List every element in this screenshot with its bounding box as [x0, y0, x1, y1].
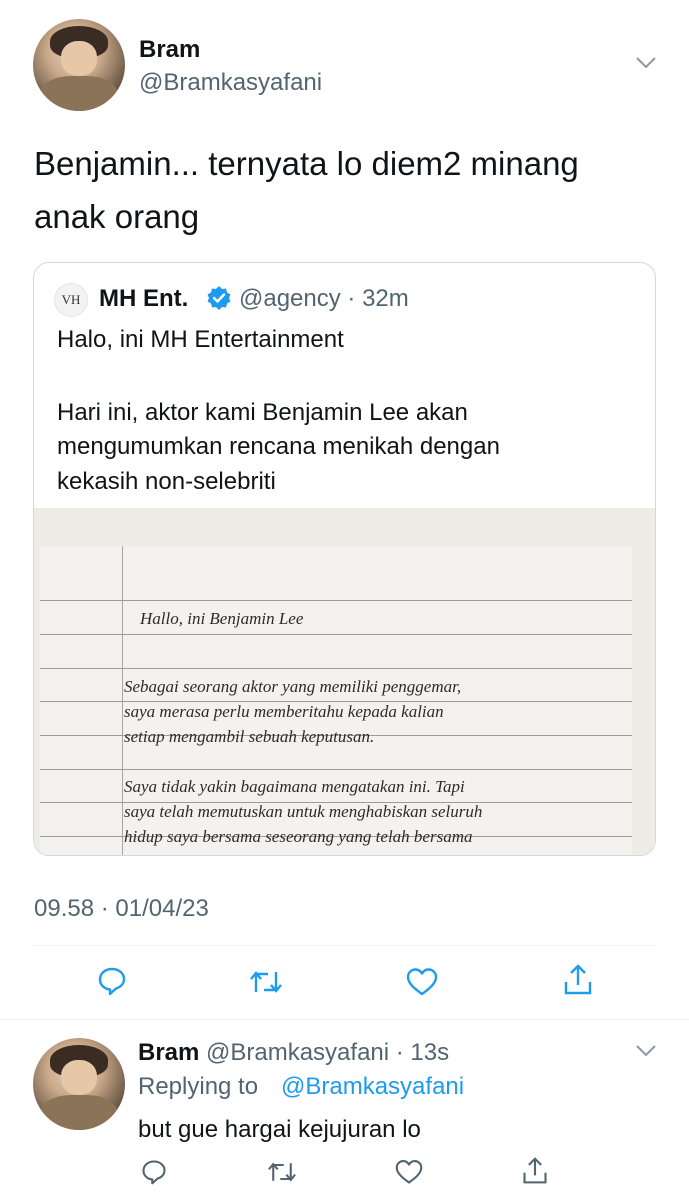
reply-text: but gue hargai kejujuran lo — [138, 1116, 421, 1143]
lined-paper: Hallo, ini Benjamin Lee Sebagai seorang … — [40, 546, 632, 855]
quoted-handle-time: @agency · 32m — [239, 285, 409, 312]
author-name[interactable]: Bram — [139, 36, 200, 64]
quoted-text-line-4: kekasih non-selebriti — [57, 468, 276, 495]
reply-icon[interactable] — [96, 965, 128, 997]
quoted-text-line-3: mengumumkan rencana menikah dengan — [57, 433, 500, 460]
note-greeting: Hallo, ini Benjamin Lee — [140, 609, 304, 628]
reply-handle-time[interactable]: @Bramkasyafani · 13s — [206, 1039, 449, 1067]
tweet-text-line-2: anak orang — [34, 198, 200, 235]
author-avatar[interactable] — [33, 19, 125, 111]
agency-logo: VH — [54, 283, 88, 317]
quoted-author-name: MH Ent. — [99, 285, 189, 312]
note-p2-line2: saya telah memutuskan untuk menghabiskan… — [124, 802, 483, 821]
reply-chevron-down-icon[interactable] — [635, 1044, 657, 1058]
note-p2-line3: hidup saya bersama seseorang yang telah … — [124, 827, 473, 846]
reply-like-icon[interactable] — [394, 1158, 424, 1186]
note-p2-line1: Saya tidak yakin bagaimana mengatakan in… — [124, 777, 465, 796]
chevron-down-icon[interactable] — [635, 56, 657, 70]
quoted-tweet-card[interactable]: VH MH Ent. @agency · 32m Halo, ini MH En… — [33, 262, 656, 856]
quoted-text-line-2: Hari ini, aktor kami Benjamin Lee akan — [57, 399, 468, 426]
reply-retweet-icon[interactable] — [266, 1158, 298, 1186]
verified-badge-icon — [206, 285, 232, 311]
reply-share-icon[interactable] — [521, 1156, 549, 1186]
share-icon[interactable] — [562, 963, 594, 997]
reply-author-name[interactable]: Bram — [138, 1039, 199, 1067]
reply-author-avatar[interactable] — [33, 1038, 125, 1130]
replying-to-handle[interactable]: @Bramkasyafani — [281, 1073, 464, 1101]
note-p1-line2: saya merasa perlu memberitahu kepada kal… — [124, 702, 444, 721]
section-divider — [0, 1019, 689, 1020]
divider — [33, 945, 655, 946]
like-icon[interactable] — [405, 966, 439, 998]
replying-to-label: Replying to — [138, 1073, 259, 1100]
quoted-text-line-1: Halo, ini MH Entertainment — [57, 326, 344, 353]
tweet-timestamp[interactable]: 09.58 · 01/04/23 — [34, 895, 209, 923]
note-p1-line1: Sebagai seorang aktor yang memiliki peng… — [124, 677, 462, 696]
note-image[interactable]: Hallo, ini Benjamin Lee Sebagai seorang … — [34, 508, 655, 855]
retweet-icon[interactable] — [248, 966, 284, 998]
author-handle[interactable]: @Bramkasyafani — [139, 69, 322, 97]
note-p1-line3: setiap mengambil sebuah keputusan. — [124, 727, 375, 746]
reply-reply-icon[interactable] — [140, 1158, 168, 1186]
tweet-text-line-1: Benjamin... ternyata lo diem2 minang — [34, 145, 579, 182]
